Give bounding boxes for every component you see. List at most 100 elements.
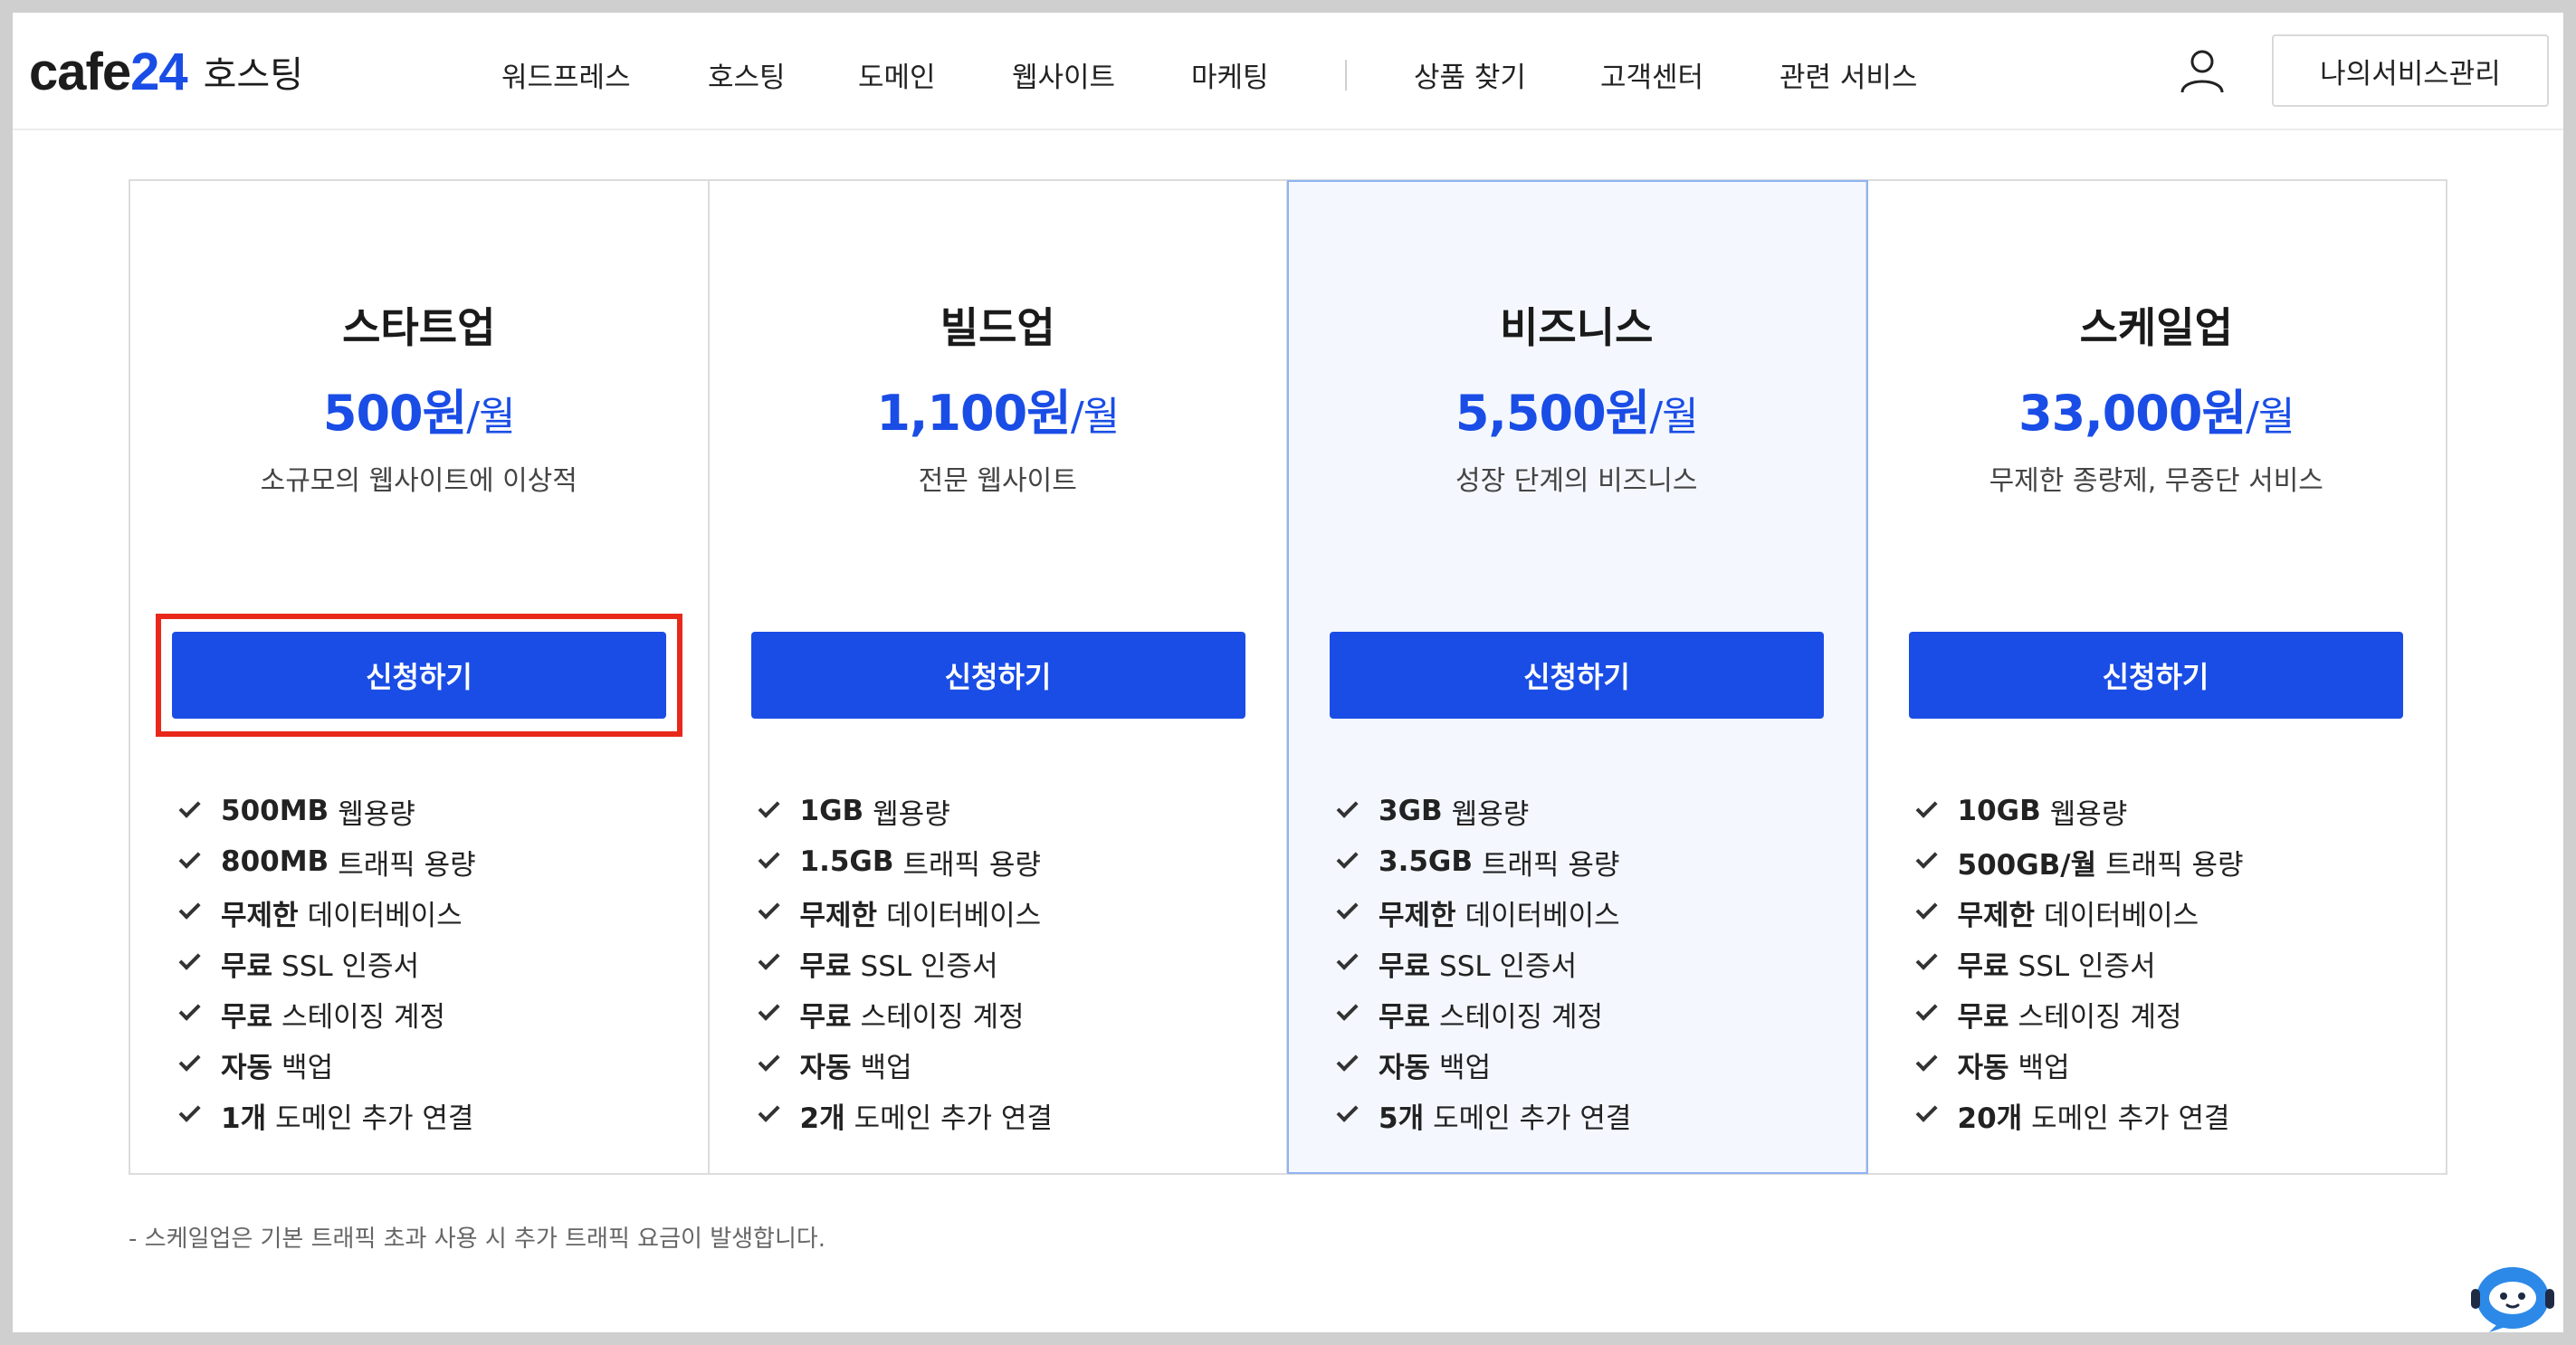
plan-price-amount: 33,000원 — [2018, 385, 2247, 442]
plan-card-buildup: 빌드업 1,100원/월 전문 웹사이트 신청하기 1GB 웹용량 1.5GB 트래… — [710, 181, 1288, 1173]
check-icon — [1915, 897, 1938, 920]
cafe24-logo[interactable]: cafe24 호스팅 — [29, 40, 303, 103]
feature-value: 무료 — [221, 1000, 273, 1034]
feature-value: 자동 — [799, 1051, 852, 1084]
footnote: - 스케일업은 기본 트래픽 초과 사용 시 추가 트래픽 요금이 발생합니다. — [129, 1226, 826, 1253]
feature-list: 3GB 웹용량 3.5GB 트래픽 용량 무제한 데이터베이스 무료 SSL 인증서 무… — [1336, 786, 1631, 1140]
feature-item: 1GB 웹용량 — [758, 786, 1053, 836]
logo-subtitle: 호스팅 — [203, 54, 304, 96]
feature-value: 500GB/월 — [1957, 848, 2097, 882]
plan-price-unit: /월 — [466, 394, 515, 440]
browser-viewport: cafe24 호스팅 워드프레스 호스팅 도메인 웹사이트 마케팅 상품 찾기 … — [13, 13, 2563, 1332]
site-header: cafe24 호스팅 워드프레스 호스팅 도메인 웹사이트 마케팅 상품 찾기 … — [13, 13, 2563, 130]
nav-item-related-services[interactable]: 관련 서비스 — [1779, 54, 1917, 95]
plan-price: 5,500원/월 — [1288, 373, 1865, 444]
feature-item: 800MB 트래픽 용량 — [178, 836, 476, 887]
check-icon — [178, 1049, 201, 1072]
check-icon — [178, 998, 201, 1021]
check-icon — [1336, 998, 1359, 1021]
feature-value: 무료 — [1957, 1000, 2009, 1034]
feature-value: 800MB — [221, 845, 329, 878]
check-icon — [758, 1049, 780, 1072]
chatbot-icon[interactable] — [2469, 1258, 2556, 1332]
feature-item: 자동 백업 — [1915, 1039, 2244, 1090]
feature-item: 무료 스테이징 계정 — [1336, 988, 1631, 1039]
feature-label: 웹용량 — [1451, 797, 1530, 831]
plan-name: 스타트업 — [342, 303, 496, 352]
check-icon — [1915, 998, 1938, 1021]
nav-item-website[interactable]: 웹사이트 — [1012, 54, 1115, 95]
feature-item: 무료 SSL 인증서 — [178, 938, 476, 988]
feature-item: 자동 백업 — [758, 1039, 1053, 1090]
feature-label: 도메인 추가 연결 — [854, 1102, 1053, 1135]
check-icon — [1915, 948, 1938, 970]
plan-price: 33,000원/월 — [1867, 373, 2447, 444]
feature-item: 무료 SSL 인증서 — [1915, 938, 2244, 988]
feature-value: 3.5GB — [1379, 845, 1473, 878]
check-icon — [1915, 1100, 1938, 1122]
feature-item: 10GB 웹용량 — [1915, 786, 2244, 836]
feature-value: 자동 — [221, 1051, 273, 1084]
feature-label: 스테이징 계정 — [281, 1000, 446, 1034]
plan-name: 비즈니스 — [1500, 303, 1654, 352]
feature-item: 2개 도메인 추가 연결 — [758, 1090, 1053, 1140]
feature-label: 스테이징 계정 — [2018, 1000, 2182, 1034]
nav-item-domain[interactable]: 도메인 — [858, 54, 936, 95]
feature-label: 스테이징 계정 — [860, 1000, 1025, 1034]
feature-label: SSL 인증서 — [281, 949, 420, 983]
feature-value: 1GB — [799, 795, 864, 827]
plan-price-amount: 5,500원 — [1455, 385, 1650, 442]
nav-item-wordpress[interactable]: 워드프레스 — [501, 54, 631, 95]
feature-item: 무료 SSL 인증서 — [758, 938, 1053, 988]
my-service-manage-button[interactable]: 나의서비스관리 — [2272, 34, 2549, 107]
logo-mark: cafe24 — [29, 42, 188, 102]
feature-value: 2개 — [799, 1102, 845, 1135]
feature-item: 무제한 데이터베이스 — [1336, 887, 1631, 938]
feature-list: 1GB 웹용량 1.5GB 트래픽 용량 무제한 데이터베이스 무료 SSL 인증서 무… — [758, 786, 1053, 1140]
plan-description: 소규모의 웹사이트에 이상적 — [260, 465, 577, 497]
feature-list: 500MB 웹용량 800MB 트래픽 용량 무제한 데이터베이스 무료 SSL 인증서… — [178, 786, 476, 1140]
feature-item: 무료 스테이징 계정 — [1915, 988, 2244, 1039]
apply-button-business[interactable]: 신청하기 — [1330, 632, 1824, 719]
feature-item: 무제한 데이터베이스 — [758, 887, 1053, 938]
apply-button-buildup[interactable]: 신청하기 — [750, 632, 1245, 719]
nav-item-product-search[interactable]: 상품 찾기 — [1414, 54, 1526, 95]
nav-item-hosting[interactable]: 호스팅 — [708, 54, 786, 95]
feature-value: 3GB — [1379, 795, 1443, 827]
check-icon — [1915, 1049, 1938, 1072]
feature-value: 10GB — [1957, 795, 2041, 827]
feature-label: 백업 — [860, 1051, 912, 1084]
feature-label: 데이터베이스 — [2044, 899, 2199, 932]
plan-name: 스케일업 — [2079, 303, 2233, 352]
feature-label: 도메인 추가 연결 — [2031, 1102, 2230, 1135]
feature-value: 무제한 — [1957, 899, 2036, 932]
feature-item: 무료 스테이징 계정 — [178, 988, 476, 1039]
nav-item-marketing[interactable]: 마케팅 — [1191, 54, 1269, 95]
plan-card-startup: 스타트업 500원/월 소규모의 웹사이트에 이상적 신청하기 500MB 웹용량… — [130, 181, 710, 1173]
check-icon — [1336, 1049, 1359, 1072]
feature-value: 무료 — [221, 949, 273, 983]
feature-value: 무제한 — [799, 899, 878, 932]
feature-value: 자동 — [1379, 1051, 1431, 1084]
check-icon — [1336, 948, 1359, 970]
feature-label: 백업 — [2018, 1051, 2070, 1084]
feature-item: 1.5GB 트래픽 용량 — [758, 836, 1053, 887]
apply-button-scaleup[interactable]: 신청하기 — [1908, 632, 2403, 719]
feature-item: 자동 백업 — [1336, 1039, 1631, 1090]
feature-label: 백업 — [1439, 1051, 1492, 1084]
nav-item-customer-center[interactable]: 고객센터 — [1600, 54, 1703, 95]
feature-label: 웹용량 — [338, 797, 415, 831]
check-icon — [178, 796, 201, 818]
plan-price: 1,100원/월 — [710, 373, 1287, 444]
apply-button-startup[interactable]: 신청하기 — [172, 632, 666, 719]
user-icon[interactable] — [2179, 47, 2226, 94]
feature-value: 무제한 — [221, 899, 299, 932]
plan-price-unit: /월 — [1070, 394, 1120, 440]
logo-text: cafe — [29, 42, 131, 101]
feature-label: 트래픽 용량 — [902, 848, 1041, 882]
feature-value: 무제한 — [1379, 899, 1456, 932]
feature-label: 데이터베이스 — [1465, 899, 1620, 932]
feature-item: 무제한 데이터베이스 — [178, 887, 476, 938]
feature-item: 1개 도메인 추가 연결 — [178, 1090, 476, 1140]
check-icon — [178, 897, 201, 920]
